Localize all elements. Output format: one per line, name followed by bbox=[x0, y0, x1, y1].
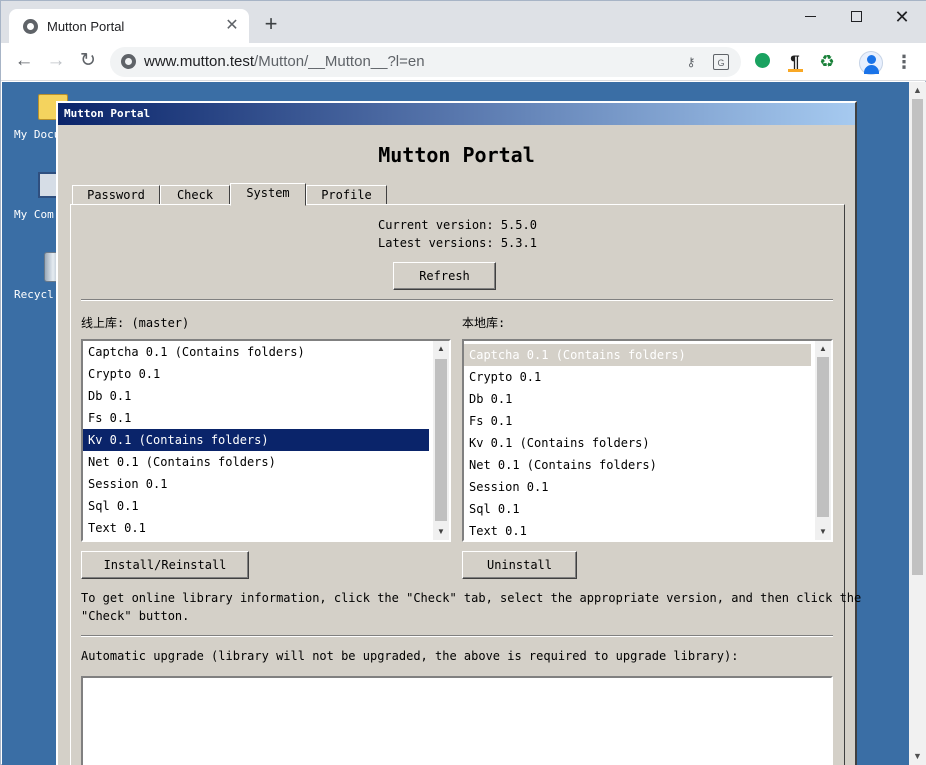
url-path: /Mutton/__Mutton__?l=en bbox=[254, 53, 425, 70]
divider bbox=[81, 299, 833, 301]
desktop-icon-label: Recycl bbox=[14, 288, 54, 301]
maximize-button[interactable] bbox=[833, 5, 879, 33]
green-extension-icon[interactable] bbox=[753, 52, 773, 72]
browser-tab[interactable]: Mutton Portal ✕ bbox=[9, 9, 249, 43]
list-item[interactable]: Db 0.1 bbox=[464, 388, 831, 410]
desktop-icon-label: My Docu bbox=[14, 128, 61, 141]
latest-versions: Latest versions: 5.3.1 bbox=[378, 236, 537, 250]
local-library-list[interactable]: Captcha 0.1 (Contains folders) Crypto 0.… bbox=[462, 339, 833, 542]
menu-icon[interactable]: ⋮ bbox=[895, 51, 913, 73]
divider bbox=[81, 635, 833, 637]
list-item[interactable]: Fs 0.1 bbox=[83, 407, 449, 429]
tab-profile[interactable]: Profile bbox=[306, 185, 387, 205]
page-scrollbar[interactable]: ▲ ▼ bbox=[909, 82, 926, 765]
browser-toolbar: ← → ↻ www.mutton.test/Mutton/__Mutton__?… bbox=[1, 43, 926, 81]
list-item[interactable]: Text 0.1 bbox=[464, 520, 831, 540]
list-item[interactable]: Fs 0.1 bbox=[464, 410, 831, 432]
online-library-list[interactable]: Captcha 0.1 (Contains folders) Crypto 0.… bbox=[81, 339, 451, 542]
tab-check[interactable]: Check bbox=[160, 185, 230, 205]
scroll-thumb[interactable] bbox=[817, 357, 829, 517]
app-window-title: Mutton Portal bbox=[64, 107, 151, 120]
auto-upgrade-label: Automatic upgrade (library will not be u… bbox=[81, 649, 739, 663]
list-item[interactable]: Db 0.1 bbox=[83, 385, 449, 407]
desktop-icon-label: My Com bbox=[14, 208, 54, 221]
scroll-down-icon[interactable]: ▼ bbox=[909, 748, 926, 765]
list-item[interactable]: Sql 0.1 bbox=[83, 495, 449, 517]
tab-system[interactable]: System bbox=[230, 183, 306, 206]
list-item[interactable]: Sql 0.1 bbox=[464, 498, 831, 520]
scroll-up-icon[interactable]: ▲ bbox=[909, 82, 926, 99]
key-icon[interactable]: ⚷ bbox=[683, 54, 699, 70]
current-version: Current version: 5.5.0 bbox=[378, 218, 537, 232]
install-reinstall-button[interactable]: Install/Reinstall bbox=[81, 551, 249, 579]
new-tab-button[interactable]: + bbox=[259, 13, 283, 37]
url-text[interactable]: www.mutton.test/Mutton/__Mutton__?l=en bbox=[144, 53, 425, 70]
list-scrollbar[interactable]: ▲ ▼ bbox=[815, 341, 831, 540]
address-bar[interactable]: www.mutton.test/Mutton/__Mutton__?l=en ⚷… bbox=[110, 47, 741, 77]
app-window: Mutton Portal Mutton Portal Password Che… bbox=[56, 101, 861, 765]
close-icon[interactable]: ✕ bbox=[223, 17, 241, 35]
list-item[interactable]: Text 0.1 bbox=[83, 517, 449, 539]
url-host: www.mutton.test bbox=[144, 53, 255, 70]
scroll-thumb[interactable] bbox=[435, 359, 447, 521]
app-titlebar[interactable]: Mutton Portal bbox=[58, 103, 855, 125]
profile-avatar-icon[interactable] bbox=[859, 51, 883, 75]
page-viewport: My Docu My Com Recycl Mutton Portal Mutt… bbox=[2, 82, 909, 765]
list-item-selected[interactable]: Kv 0.1 (Contains folders) bbox=[83, 429, 429, 451]
system-panel: Current version: 5.5.0 Latest versions: … bbox=[70, 204, 861, 765]
reload-icon[interactable]: ↻ bbox=[76, 50, 100, 74]
info-text-line2: "Check" button. bbox=[81, 609, 190, 623]
translate-icon[interactable]: G bbox=[713, 54, 729, 70]
list-scrollbar[interactable]: ▲ ▼ bbox=[433, 341, 449, 540]
scroll-up-icon[interactable]: ▲ bbox=[433, 341, 449, 357]
browser-window: Mutton Portal ✕ + ✕ ← → ↻ www.mutton.tes… bbox=[0, 0, 926, 765]
list-item[interactable]: Captcha 0.1 (Contains folders) bbox=[83, 341, 449, 363]
forward-arrow-icon[interactable]: → bbox=[44, 50, 68, 74]
tab-title: Mutton Portal bbox=[47, 19, 125, 34]
online-library-label: 线上库: (master) bbox=[81, 316, 190, 330]
info-text-line1: To get online library information, click… bbox=[81, 591, 862, 605]
refresh-button[interactable]: Refresh bbox=[393, 262, 496, 290]
page-info-icon[interactable] bbox=[121, 54, 136, 69]
list-item[interactable]: Crypto 0.1 bbox=[83, 363, 449, 385]
list-item[interactable]: Crypto 0.1 bbox=[464, 366, 831, 388]
recycle-extension-icon[interactable]: ♻ bbox=[817, 52, 837, 72]
back-arrow-icon[interactable]: ← bbox=[12, 50, 36, 74]
local-library-label: 本地库: bbox=[462, 316, 506, 330]
page-info-icon bbox=[23, 19, 38, 34]
list-item[interactable]: Net 0.1 (Contains folders) bbox=[464, 454, 831, 476]
auto-upgrade-textarea[interactable] bbox=[81, 676, 833, 765]
scroll-down-icon[interactable]: ▼ bbox=[433, 524, 449, 540]
list-item-selected[interactable]: Captcha 0.1 (Contains folders) bbox=[464, 344, 811, 366]
list-item[interactable]: Session 0.1 bbox=[83, 473, 449, 495]
list-item[interactable]: Kv 0.1 (Contains folders) bbox=[464, 432, 831, 454]
list-item[interactable]: Net 0.1 (Contains folders) bbox=[83, 451, 449, 473]
minimize-button[interactable] bbox=[787, 5, 833, 33]
close-window-button[interactable]: ✕ bbox=[879, 5, 925, 33]
pilcrow-extension-icon[interactable]: ¶ bbox=[785, 52, 805, 72]
scroll-thumb[interactable] bbox=[912, 99, 923, 575]
tab-strip: Mutton Portal ✕ + ✕ bbox=[1, 1, 926, 43]
scroll-up-icon[interactable]: ▲ bbox=[815, 341, 831, 357]
uninstall-button[interactable]: Uninstall bbox=[462, 551, 577, 579]
scroll-down-icon[interactable]: ▼ bbox=[815, 524, 831, 540]
tab-password[interactable]: Password bbox=[72, 185, 160, 205]
page-title: Mutton Portal bbox=[378, 143, 535, 167]
list-item[interactable]: Session 0.1 bbox=[464, 476, 831, 498]
